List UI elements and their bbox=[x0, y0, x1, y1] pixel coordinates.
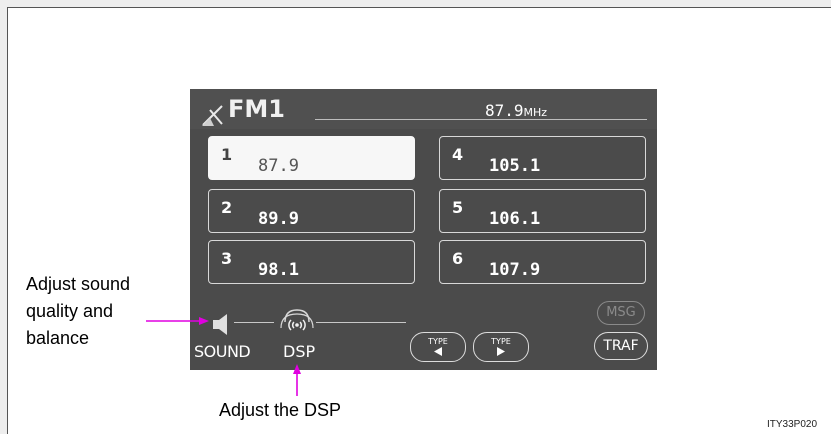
sound-arrow-head bbox=[199, 317, 209, 325]
figure-code: ITY33P020 bbox=[767, 419, 818, 430]
callout-arrows bbox=[146, 317, 301, 396]
dsp-arrow-head bbox=[293, 364, 301, 374]
